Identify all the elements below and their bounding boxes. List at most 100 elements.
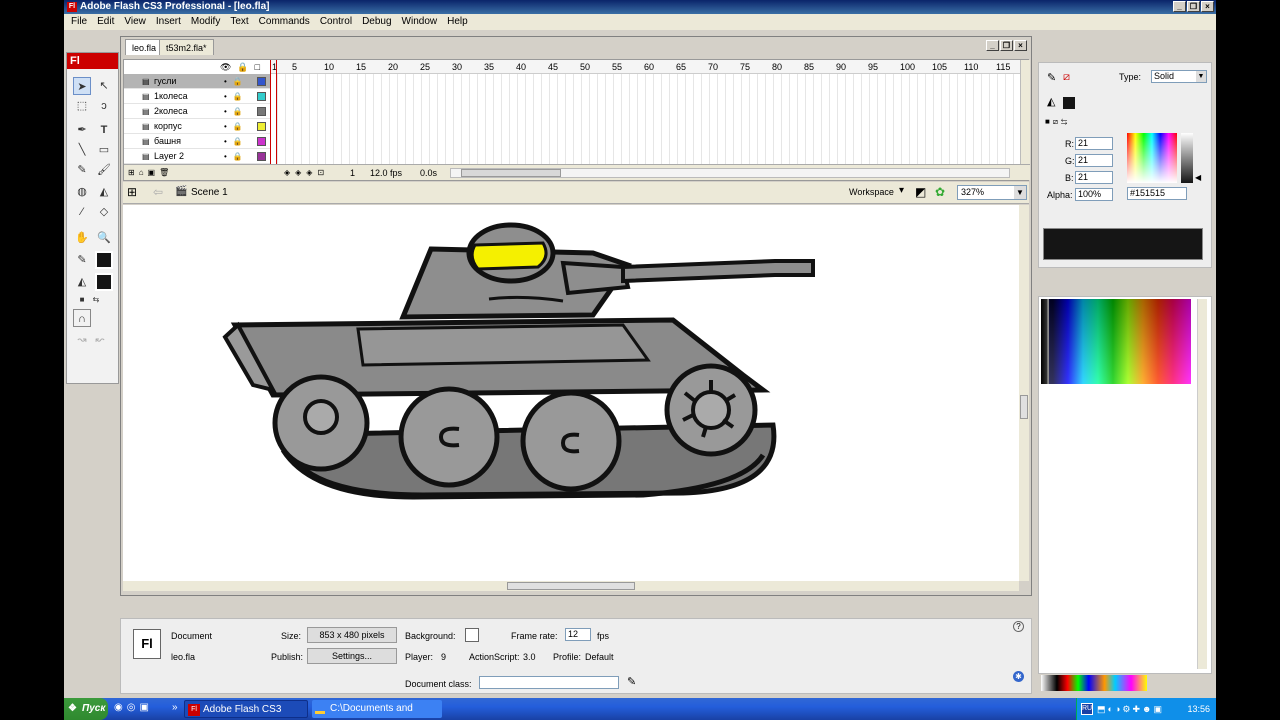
color-spectrum-picker[interactable]: [1127, 133, 1177, 183]
edit-symbols-icon[interactable]: ◩: [915, 185, 926, 199]
hex-input[interactable]: #151515: [1127, 187, 1187, 200]
stroke-color-swatch[interactable]: [95, 251, 113, 269]
menu-item-commands[interactable]: Commands: [254, 14, 315, 30]
r-input[interactable]: 21: [1075, 137, 1113, 150]
layer-outline-color[interactable]: [257, 92, 266, 101]
text-tool-icon[interactable]: T: [95, 121, 113, 139]
fill-color-swatch[interactable]: [95, 273, 113, 291]
layer-visibility-lock-icons[interactable]: •🔒: [224, 74, 249, 89]
fill-type-select[interactable]: Solid ▼: [1151, 70, 1207, 83]
playhead[interactable]: [270, 60, 277, 164]
menu-item-control[interactable]: Control: [315, 14, 357, 30]
quicklaunch-icons[interactable]: ◉◎▣: [114, 702, 153, 713]
layer-row[interactable]: ▤ башня •🔒: [124, 134, 270, 149]
fill-bucket-icon[interactable]: ◭: [1047, 95, 1055, 108]
line-tool-icon[interactable]: ╲: [73, 141, 91, 159]
layer-buttons-icons[interactable]: ⊞⌂▣🗑: [128, 165, 173, 181]
frame-rate-input[interactable]: 12: [565, 628, 591, 641]
background-color-swatch[interactable]: [465, 628, 479, 642]
help-icon[interactable]: ?: [1013, 621, 1024, 632]
layer-visibility-lock-icons[interactable]: •🔒: [224, 119, 249, 134]
layer-row[interactable]: ▤ 2колеса •🔒: [124, 104, 270, 119]
menu-item-file[interactable]: File: [66, 14, 92, 30]
layer-row[interactable]: ▤ Layer 2 •🔒: [124, 149, 270, 164]
doc-tab-t53m2[interactable]: t53m2.fla*: [159, 39, 214, 55]
stage-hscroll-thumb[interactable]: [507, 582, 635, 590]
stage-hscroll[interactable]: [123, 581, 1019, 591]
scene-label[interactable]: Scene 1: [191, 187, 228, 198]
free-transform-tool-icon[interactable]: ⬚: [73, 97, 91, 115]
fill-swatch[interactable]: [1063, 97, 1075, 109]
timeline-hscroll-thumb[interactable]: [461, 169, 561, 177]
edit-class-pencil-icon[interactable]: ✎: [627, 675, 636, 688]
pencil-tool-icon[interactable]: ✎: [73, 161, 91, 179]
layer-row[interactable]: ▤ 1колеса •🔒: [124, 89, 270, 104]
alpha-input[interactable]: 100%: [1075, 188, 1113, 201]
type-dropdown-icon[interactable]: ▼: [1196, 71, 1206, 82]
task-flash[interactable]: Fl Adobe Flash CS3 Prof...: [184, 700, 308, 718]
start-button[interactable]: ❖ Пуск: [64, 698, 108, 720]
layer-visibility-lock-icons[interactable]: •🔒: [224, 104, 249, 119]
layer-outline-color[interactable]: [257, 107, 266, 116]
stroke-color-icon[interactable]: ✎: [73, 251, 91, 269]
g-input[interactable]: 21: [1075, 154, 1113, 167]
stage[interactable]: [123, 205, 1019, 581]
brightness-arrow-icon[interactable]: ◀: [1195, 173, 1201, 182]
tray-icons[interactable]: ⬒◐◑⚙✚☻▣: [1097, 698, 1164, 720]
layer-outline-color[interactable]: [257, 152, 266, 161]
onion-skin-icons[interactable]: ◈◈◈⊡: [284, 165, 329, 181]
layer-toggle-icons[interactable]: 👁🔒□: [220, 62, 266, 73]
stroke-pencil-icon[interactable]: ✎: [1047, 71, 1056, 84]
layer-row[interactable]: ▤ корпус •🔒: [124, 119, 270, 134]
fill-color-icon[interactable]: ◭: [73, 273, 91, 291]
back-arrow-icon[interactable]: ⇦: [153, 185, 163, 199]
layer-visibility-lock-icons[interactable]: •🔒: [224, 89, 249, 104]
swatches-scrollbar[interactable]: [1197, 299, 1207, 669]
timeline-vscroll[interactable]: [1020, 60, 1030, 164]
hand-tool-icon[interactable]: ✋: [73, 229, 91, 247]
document-class-input[interactable]: [479, 676, 619, 689]
doc-minimize-button[interactable]: _: [986, 40, 999, 51]
selection-tool-icon[interactable]: ➤: [73, 77, 91, 95]
rectangle-tool-icon[interactable]: ▭: [95, 141, 113, 159]
layer-row[interactable]: ▤ гусли •🔒: [124, 74, 270, 89]
frame-grid[interactable]: [270, 74, 1020, 164]
accessibility-icon[interactable]: ✱: [1013, 671, 1024, 682]
quicklaunch-more-icon[interactable]: »: [172, 702, 178, 713]
ink-bottle-tool-icon[interactable]: ◍: [73, 183, 91, 201]
task-explorer[interactable]: ▬ C:\Documents and Settin...: [312, 700, 442, 718]
doc-close-button[interactable]: ×: [1014, 40, 1027, 51]
eraser-tool-icon[interactable]: ◇: [95, 203, 113, 221]
zoom-dropdown-icon[interactable]: ▼: [1014, 186, 1026, 199]
timeline-toggle-icon[interactable]: ⊞: [127, 185, 137, 199]
paint-bucket-tool-icon[interactable]: ◭: [95, 183, 113, 201]
menu-item-window[interactable]: Window: [397, 14, 443, 30]
zoom-select[interactable]: 327% ▼: [957, 185, 1027, 200]
menu-item-insert[interactable]: Insert: [151, 14, 186, 30]
menu-item-debug[interactable]: Debug: [357, 14, 396, 30]
menu-item-help[interactable]: Help: [442, 14, 473, 30]
layer-outline-color[interactable]: [257, 122, 266, 131]
swap-colors-icon[interactable]: ⇆: [87, 291, 105, 309]
minimize-button[interactable]: _: [1173, 1, 1186, 12]
restore-button[interactable]: ❐: [1187, 1, 1200, 12]
layer-visibility-lock-icons[interactable]: •🔒: [224, 134, 249, 149]
timeline-hscroll[interactable]: [450, 168, 1010, 178]
swap-default-icons[interactable]: ■⧄⇆: [1045, 117, 1070, 127]
stage-vscroll[interactable]: [1019, 205, 1029, 581]
eyedropper-tool-icon[interactable]: ⁄: [73, 203, 91, 221]
brightness-slider[interactable]: [1181, 133, 1193, 183]
size-button[interactable]: 853 x 480 pixels: [307, 627, 397, 643]
close-button[interactable]: ×: [1201, 1, 1214, 12]
workspace-menu[interactable]: Workspace: [849, 187, 894, 197]
snap-magnet-icon[interactable]: ∩: [73, 309, 91, 327]
doc-restore-button[interactable]: ❐: [1000, 40, 1013, 51]
menu-item-text[interactable]: Text: [225, 14, 253, 30]
layer-visibility-lock-icons[interactable]: •🔒: [224, 149, 249, 164]
workspace-dropdown-icon[interactable]: ▾: [899, 185, 904, 196]
doc-tab-leo[interactable]: leo.fla: [125, 39, 164, 55]
language-indicator[interactable]: RU: [1081, 703, 1093, 715]
settings-button[interactable]: Settings...: [307, 648, 397, 664]
stage-vscroll-thumb[interactable]: [1020, 395, 1028, 419]
b-input[interactable]: 21: [1075, 171, 1113, 184]
